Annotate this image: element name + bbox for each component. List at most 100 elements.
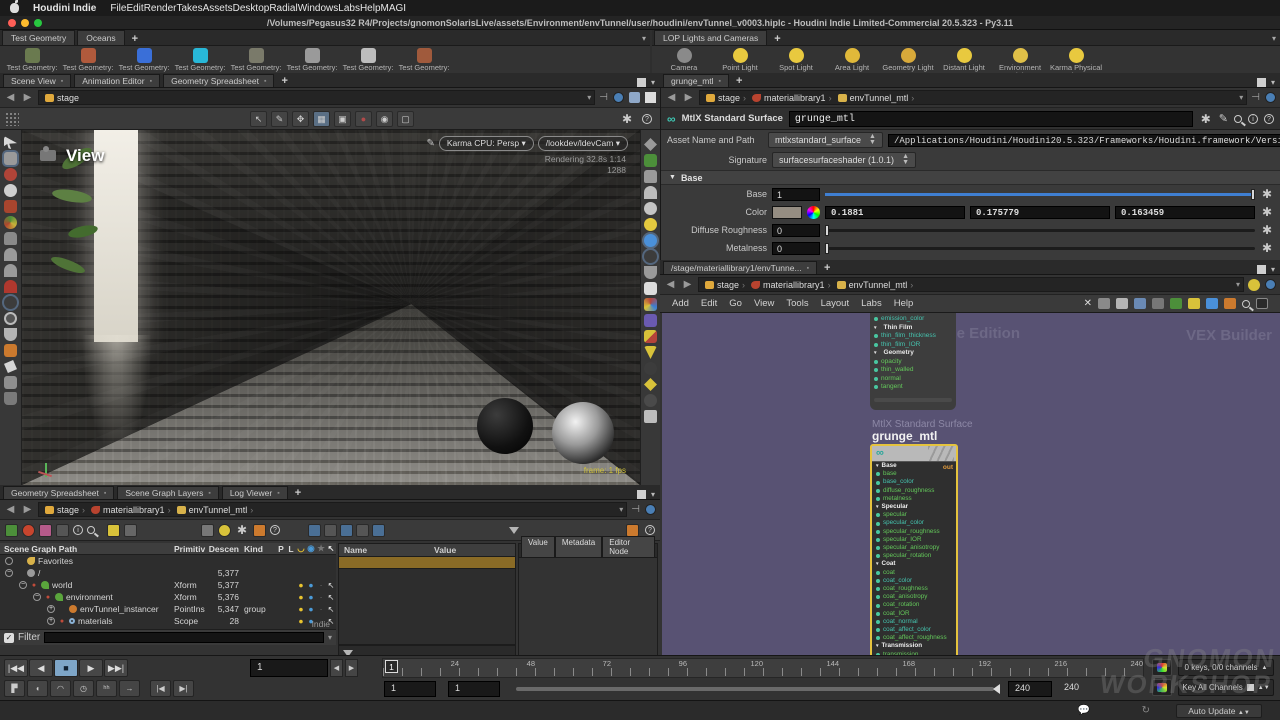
pane-menu-icon[interactable]: ▾ xyxy=(651,78,655,87)
hand-icon[interactable] xyxy=(644,266,657,279)
drag-handle-icon[interactable] xyxy=(5,112,19,126)
pane-maximize-icon[interactable] xyxy=(637,78,646,87)
network-menu-item[interactable]: Tools xyxy=(780,298,814,309)
path-dropdown-icon[interactable]: ▾ xyxy=(619,505,623,514)
menu-item[interactable]: Desktop xyxy=(233,3,270,14)
tree-row[interactable]: +●materials Scope 28 ● ● · ↖ xyxy=(0,615,336,627)
range-substart-field[interactable]: 1 xyxy=(448,681,500,697)
asset-path-field[interactable]: /Applications/Houdini/Houdini20.5.323/Fr… xyxy=(888,134,1280,147)
filter-funnel-icon[interactable] xyxy=(509,527,519,534)
snap-curve-icon[interactable] xyxy=(4,248,17,261)
stop-button[interactable]: ■ xyxy=(54,659,78,677)
handles-icon[interactable] xyxy=(4,216,17,229)
popup-param[interactable]: thin_film_thickness xyxy=(874,332,952,341)
dopesheet-icon[interactable]: ◠ xyxy=(50,680,71,697)
node-output-label[interactable]: out xyxy=(943,464,953,471)
menu-item[interactable]: Edit xyxy=(126,3,143,14)
wireframe-mode-icon[interactable] xyxy=(4,312,17,325)
gear-icon[interactable]: ✱ xyxy=(1260,187,1274,201)
node-param[interactable]: specular_color xyxy=(872,519,956,527)
flatten-icon[interactable] xyxy=(4,344,17,357)
frame-icon[interactable] xyxy=(644,282,657,295)
visibility-toggle[interactable]: ● xyxy=(306,580,316,590)
gear-icon[interactable]: ✱ xyxy=(620,112,634,126)
node-param[interactable]: coat_rotation xyxy=(872,601,956,609)
expander-icon[interactable]: − xyxy=(19,581,27,589)
dark-sphere-icon[interactable] xyxy=(644,362,657,375)
back-icon[interactable]: ◀ xyxy=(4,504,17,515)
forward-icon[interactable]: ▶ xyxy=(21,504,34,515)
pane-menu-icon[interactable]: ▾ xyxy=(1271,265,1275,274)
network-menu-item[interactable]: View xyxy=(748,298,780,309)
pane-tab[interactable]: Scene View▪ xyxy=(3,74,71,87)
render-view-icon[interactable]: ◉ xyxy=(376,111,393,127)
tree-icon[interactable] xyxy=(1098,298,1110,309)
current-frame-field[interactable]: 1 xyxy=(250,659,328,677)
color-swatch[interactable] xyxy=(772,206,802,219)
lighting-mode-icon[interactable] xyxy=(644,234,657,247)
zoom-region-icon[interactable]: ▣ xyxy=(334,111,351,127)
visibility-toggle[interactable]: ● xyxy=(306,592,316,602)
range-arrow-icon[interactable]: → xyxy=(119,680,140,697)
sheet-breadcrumb[interactable]: stage›materiallibrary1›envTunnel_mtl› ▾ xyxy=(38,502,627,517)
pane-tab[interactable]: Log Viewer▪ xyxy=(222,486,288,499)
colorcorrect-icon[interactable] xyxy=(644,298,657,311)
scene-viewport[interactable]: View ✎ Karma CPU: Persp ▾ /lookdev/ldevC… xyxy=(0,130,660,485)
menu-item[interactable]: File xyxy=(110,3,126,14)
tools-icon[interactable]: ✕ xyxy=(1084,298,1092,309)
close-tab-icon[interactable]: ▪ xyxy=(807,265,809,272)
link-icon[interactable] xyxy=(645,504,656,515)
popup-param[interactable]: Thin Film xyxy=(874,324,952,333)
record-icon[interactable]: ● xyxy=(355,111,372,127)
add-shelf-tab-button[interactable]: + xyxy=(767,33,787,45)
select-toggle[interactable]: ↖ xyxy=(326,593,336,602)
pane-menu-icon[interactable]: ▾ xyxy=(1271,78,1275,87)
magnet-icon[interactable] xyxy=(4,280,17,293)
favorite-toggle[interactable]: · xyxy=(316,604,326,614)
keyframe-icon[interactable] xyxy=(1152,659,1172,676)
inspector-tab[interactable]: Metadata xyxy=(555,536,602,557)
activation-toggle[interactable]: ● xyxy=(296,580,306,590)
list-view-icon[interactable] xyxy=(324,524,337,537)
next-key-button[interactable]: ▶| xyxy=(173,680,194,697)
base-value-field[interactable]: 1 xyxy=(772,188,820,201)
help-icon[interactable]: ? xyxy=(642,114,652,124)
move-tool-icon[interactable]: ✥ xyxy=(292,111,309,127)
play-button[interactable]: ▶ xyxy=(79,659,103,677)
sliders-icon[interactable] xyxy=(56,524,69,537)
rows-view-icon[interactable] xyxy=(356,524,369,537)
timeline-ruler[interactable]: 24487296120144168192216240 1 xyxy=(382,658,1144,678)
expander-icon[interactable]: + xyxy=(47,605,55,613)
menu-item[interactable]: Labs xyxy=(338,3,360,14)
pane-maximize-icon[interactable] xyxy=(1257,78,1266,87)
base-slider[interactable] xyxy=(825,193,1255,196)
camera-select[interactable]: /lookdev/ldevCam ▾ xyxy=(538,136,628,151)
link-active-icon[interactable] xyxy=(107,524,120,537)
favorite-toggle[interactable]: · xyxy=(316,592,326,602)
node-display-icon[interactable] xyxy=(5,524,18,537)
visibility-toggle[interactable]: ● xyxy=(306,604,316,614)
snap-grid-icon[interactable] xyxy=(4,232,17,245)
color-wheel-icon[interactable] xyxy=(807,206,820,219)
param-breadcrumb[interactable]: stage›materiallibrary1›envTunnel_mtl› ▾ xyxy=(699,90,1247,105)
inspector-tab[interactable]: Editor Node xyxy=(602,536,655,557)
range-end-field[interactable]: 240 xyxy=(1008,681,1052,697)
keys-status-button[interactable]: 0 keys, 0/0 channels▲ xyxy=(1178,659,1274,676)
gear-icon[interactable]: ✱ xyxy=(235,523,249,537)
menu-item[interactable]: Help xyxy=(360,3,381,14)
link-icon[interactable] xyxy=(1265,92,1276,103)
close-tab-icon[interactable]: ▪ xyxy=(719,78,721,85)
clock-icon[interactable]: ◷ xyxy=(73,680,94,697)
popup-param[interactable]: normal xyxy=(874,375,952,384)
camera-icon[interactable] xyxy=(644,410,657,423)
shelf-tab[interactable]: Oceans xyxy=(77,30,124,45)
tree-row[interactable]: −/ 5,377 xyxy=(0,567,336,579)
shelf-overflow-icon[interactable]: ▾ xyxy=(1272,34,1276,43)
menu-item[interactable]: Windows xyxy=(298,3,339,14)
add-shelf-tab-button[interactable]: + xyxy=(125,33,145,45)
tree-header[interactable]: Scene Graph Path Primitiv Descen Kind P … xyxy=(0,543,336,555)
path-dropdown-icon[interactable]: ▾ xyxy=(1239,93,1243,102)
message-bubble-icon[interactable]: 💬 xyxy=(1078,705,1090,716)
filter-checkbox[interactable]: ✓ xyxy=(4,633,14,643)
path-dropdown-icon[interactable]: ▾ xyxy=(1236,280,1240,289)
